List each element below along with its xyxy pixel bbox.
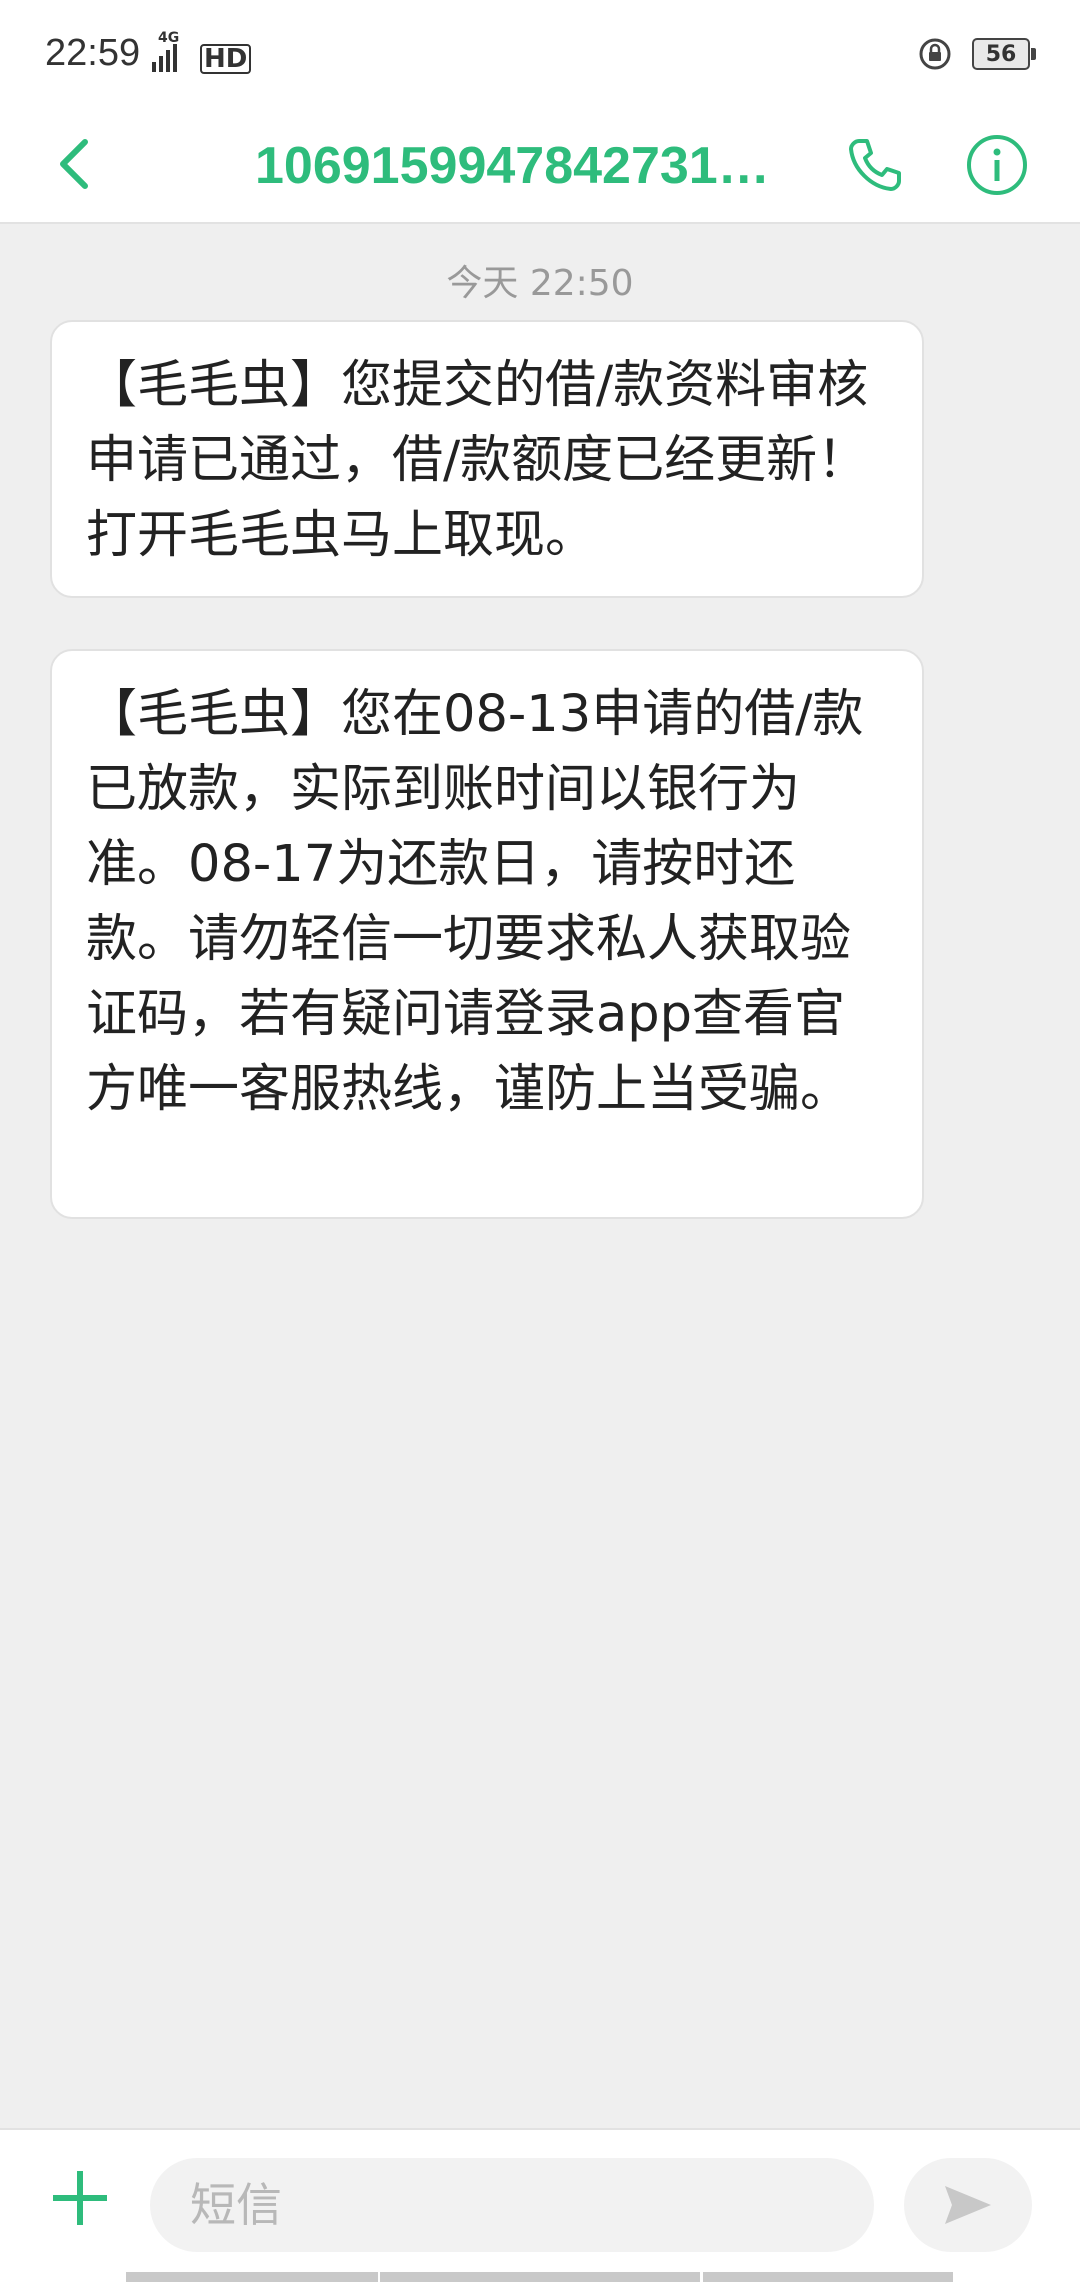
message-input[interactable]: [150, 2158, 874, 2252]
compose-bar: [0, 2128, 1080, 2282]
plus-icon: [53, 2171, 107, 2225]
nav-indicator: [126, 2272, 378, 2282]
network-type-label: 4G: [158, 30, 180, 46]
chevron-left-icon: [60, 139, 88, 189]
message-text: 【毛毛虫】您提交的借/款资料审核申请已通过，借/款额度已经更新！打开毛毛虫马上取…: [86, 356, 869, 565]
status-right-group: 56: [918, 34, 1036, 74]
battery-icon: 56: [972, 38, 1036, 70]
status-network-group: 4G HD: [140, 30, 252, 74]
app-bar: 1069159947842731…: [0, 110, 1080, 224]
message-text: 【毛毛虫】您在08-13申请的借/款已放款，实际到账时间以银行为准。08-17为…: [86, 685, 864, 1119]
send-icon: [945, 2186, 991, 2224]
nav-indicator: [380, 2272, 700, 2282]
hd-icon: HD: [200, 44, 252, 74]
info-icon: [967, 135, 1027, 195]
message-bubble[interactable]: 【毛毛虫】您在08-13申请的借/款已放款，实际到账时间以银行为准。08-17为…: [50, 649, 924, 1219]
call-button[interactable]: [830, 120, 920, 210]
message-timestamp: 今天 22:50: [446, 263, 634, 304]
status-bar: 22:59 4G HD 56: [0, 0, 1080, 110]
phone-icon: [849, 139, 901, 191]
lock-rotation-icon: [919, 38, 951, 70]
message-list[interactable]: 今天 22:50 【毛毛虫】您提交的借/款资料审核申请已通过，借/款额度已经更新…: [0, 224, 1080, 2128]
message-bubble[interactable]: 【毛毛虫】您提交的借/款资料审核申请已通过，借/款额度已经更新！打开毛毛虫马上取…: [50, 320, 924, 598]
add-attachment-button[interactable]: [40, 2158, 120, 2238]
info-button[interactable]: [952, 120, 1042, 210]
status-time: 22:59: [45, 32, 141, 74]
conversation-title: 1069159947842731…: [255, 137, 770, 195]
nav-indicator: [703, 2272, 953, 2282]
battery-level: 56: [985, 41, 1017, 67]
back-button[interactable]: [35, 124, 115, 204]
send-button[interactable]: [904, 2158, 1032, 2252]
